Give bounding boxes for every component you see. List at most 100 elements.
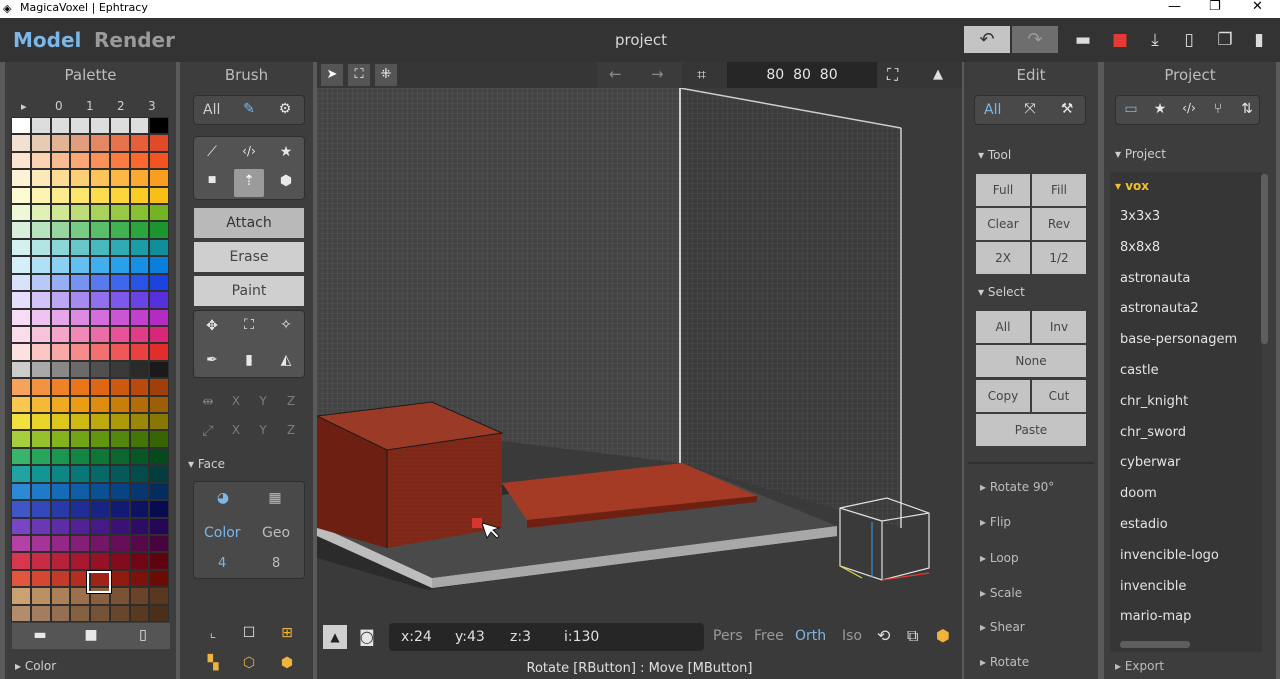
palette-swatch[interactable]: [110, 570, 129, 587]
project-file-item[interactable]: chr_knight: [1120, 394, 1188, 409]
project-file-item[interactable]: 8x8x8: [1120, 240, 1160, 255]
palette-swatch[interactable]: [150, 292, 168, 308]
axis-y[interactable]: Y: [256, 423, 270, 437]
palette-swatch[interactable]: [130, 570, 149, 587]
paste-button[interactable]: Paste: [975, 413, 1087, 447]
palette-swatch[interactable]: [91, 292, 109, 308]
brush-pen-icon[interactable]: ✎: [238, 101, 260, 117]
palette-swatch[interactable]: [110, 292, 129, 308]
face-section-header[interactable]: ▾ Face: [188, 457, 225, 471]
tree-tab-icon[interactable]: ⑂: [1207, 101, 1229, 117]
palette-swatch[interactable]: [150, 309, 168, 325]
palette-swatch[interactable]: [51, 152, 70, 169]
code-tab-icon[interactable]: ‹/›: [1178, 101, 1200, 115]
edit-tab-all[interactable]: All: [984, 102, 1001, 118]
eyedropper-icon[interactable]: ✒: [202, 352, 222, 368]
forward-arrow-icon[interactable]: →: [651, 65, 664, 83]
palette-swatch[interactable]: [130, 205, 149, 221]
palette-swatch[interactable]: [130, 257, 149, 273]
fit-view-icon[interactable]: ⛶: [887, 65, 898, 85]
palette-swatch[interactable]: [31, 170, 50, 186]
project-file-item[interactable]: invencible-logo: [1120, 548, 1219, 563]
palette-swatch[interactable]: [71, 535, 89, 552]
palette-swatch[interactable]: [91, 222, 109, 238]
palette-swatch[interactable]: [51, 483, 70, 500]
vox-folder[interactable]: ▾ vox: [1115, 179, 1149, 193]
palette-swatch[interactable]: [51, 309, 70, 325]
palette-swatch[interactable]: [71, 501, 89, 517]
palette-swatch[interactable]: [130, 292, 149, 308]
palette-swatch[interactable]: [91, 205, 109, 221]
frame-icon[interactable]: ⌞: [203, 625, 223, 641]
crop-icon[interactable]: ⌗: [697, 65, 706, 85]
palette-swatch[interactable]: [130, 466, 149, 482]
palette-swatch[interactable]: [91, 274, 109, 291]
palette-swatch[interactable]: [51, 222, 70, 238]
camera-orth[interactable]: Orth: [795, 628, 826, 644]
palette-swatch[interactable]: [150, 379, 168, 395]
color-section-header[interactable]: ▸ Color: [15, 659, 56, 673]
palette-swatch[interactable]: [12, 292, 30, 308]
palette-swatch[interactable]: [31, 570, 50, 587]
palette-swatch[interactable]: [12, 570, 30, 587]
palette-swatch[interactable]: [31, 483, 50, 500]
flip-section-header[interactable]: ▸ Flip: [980, 515, 1011, 529]
palette-swatch[interactable]: [150, 483, 168, 500]
reset-view-icon[interactable]: ⟲: [877, 626, 890, 645]
select-section-header[interactable]: ▾ Select: [978, 285, 1025, 299]
palette-tab[interactable]: 3: [148, 99, 156, 113]
palette-tab[interactable]: ▸: [21, 100, 27, 113]
palette-swatch[interactable]: [12, 501, 30, 517]
palette-swatch[interactable]: [12, 135, 30, 151]
palette-swatch[interactable]: [71, 448, 89, 465]
palette-tab[interactable]: 2: [117, 99, 125, 113]
palette-swatch[interactable]: [12, 379, 30, 395]
palette-swatch[interactable]: [31, 292, 50, 308]
palette-swatch[interactable]: [150, 570, 168, 587]
palette-swatch[interactable]: [71, 118, 89, 134]
palette-swatch[interactable]: [71, 326, 89, 343]
palette-swatch[interactable]: [71, 379, 89, 395]
palette-swatch[interactable]: [91, 396, 109, 413]
face-color-label[interactable]: Color: [204, 525, 241, 541]
palette-swatch[interactable]: [150, 448, 168, 465]
project-file-item[interactable]: castle: [1120, 363, 1159, 378]
palette-swatch[interactable]: [51, 187, 70, 204]
palette-swatch[interactable]: [12, 535, 30, 552]
palette-swatch[interactable]: [110, 326, 129, 343]
trash-icon[interactable]: ▮: [238, 352, 260, 368]
star-brush-icon[interactable]: ★: [276, 144, 296, 160]
open-folder-icon[interactable]: ▬: [1072, 30, 1094, 50]
palette-new-icon[interactable]: ▯: [133, 627, 153, 643]
voxel-brush-icon[interactable]: ■: [202, 175, 222, 185]
palette-swatch[interactable]: [12, 205, 30, 221]
mirror-z[interactable]: Z: [284, 394, 298, 408]
tool-clear-button[interactable]: Clear: [975, 207, 1031, 241]
palette-swatch[interactable]: [110, 239, 129, 256]
palette-swatch[interactable]: [130, 274, 149, 291]
palette-swatch[interactable]: [12, 518, 30, 534]
project-file-item[interactable]: astronauta: [1120, 271, 1190, 286]
palette-swatch[interactable]: [130, 501, 149, 517]
palette-swatch[interactable]: [31, 135, 50, 151]
palette-swatch[interactable]: [91, 309, 109, 325]
palette-swatch[interactable]: [12, 431, 30, 447]
palette-swatch[interactable]: [31, 309, 50, 325]
paint-mode-button[interactable]: Paint: [193, 275, 305, 307]
palette-swatch[interactable]: [31, 466, 50, 482]
palette-swatch[interactable]: [110, 518, 129, 534]
palette-swatch[interactable]: [51, 205, 70, 221]
palette-swatch[interactable]: [12, 326, 30, 343]
palette-swatch[interactable]: [91, 257, 109, 273]
palette-swatch[interactable]: [110, 414, 129, 430]
palette-swatch[interactable]: [150, 431, 168, 447]
palette-swatch[interactable]: [12, 152, 30, 169]
camera-free[interactable]: Free: [754, 628, 784, 644]
project-file-item[interactable]: doom: [1120, 486, 1157, 501]
maximize-button[interactable]: ❐: [1209, 0, 1221, 14]
palette-swatch[interactable]: [91, 135, 109, 151]
palette-swatch[interactable]: [91, 448, 109, 465]
project-file-item[interactable]: cyberwar: [1120, 455, 1180, 470]
palette-swatch[interactable]: [150, 414, 168, 430]
axis-z[interactable]: Z: [284, 423, 298, 437]
